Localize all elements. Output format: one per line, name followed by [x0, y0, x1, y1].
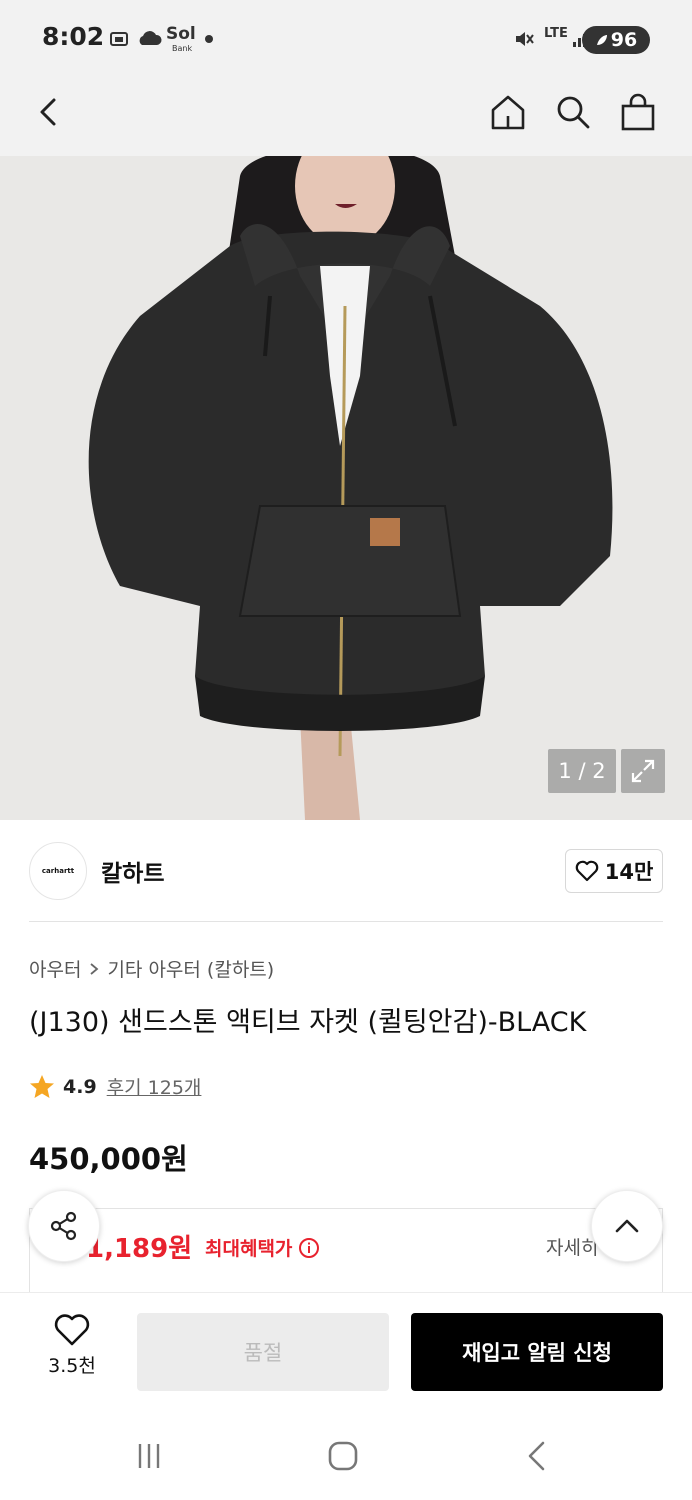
mute-icon [513, 28, 535, 55]
breadcrumb-subcategory[interactable]: 기타 아우터 (칼하트) [107, 955, 274, 982]
charging-icon [596, 35, 607, 45]
brand-like-button[interactable]: 14만 [565, 849, 663, 893]
heart-icon [54, 1314, 90, 1346]
chevron-up-icon [615, 1219, 639, 1233]
share-icon [50, 1211, 77, 1241]
max-benefit-text: 최대혜택가 [205, 1238, 293, 1260]
scroll-top-button[interactable] [591, 1190, 663, 1262]
product-image[interactable]: 1 / 2 [0, 156, 692, 820]
info-icon[interactable] [298, 1237, 320, 1259]
brand-logo[interactable]: carhartt [29, 842, 87, 900]
soldout-button[interactable]: 품절 [137, 1313, 389, 1391]
home-nav-button[interactable] [318, 1436, 368, 1476]
recent-apps-button[interactable] [124, 1436, 174, 1476]
back-nav-button[interactable] [512, 1436, 562, 1476]
clock: 8:02 [42, 22, 105, 51]
search-icon [557, 96, 590, 129]
divider [29, 921, 663, 922]
wishlist-button[interactable]: 3.5천 [36, 1313, 108, 1378]
battery-indicator: 96 [582, 26, 650, 54]
network-type: LTE [544, 26, 568, 41]
screenshot-icon [108, 28, 130, 55]
breadcrumb: 아우터 기타 아우터 (칼하트) [29, 955, 274, 982]
bank-app-icon: Sol [166, 24, 196, 44]
home-nav-icon [328, 1441, 358, 1471]
chevron-right-icon [90, 962, 99, 975]
wishlist-count: 3.5천 [48, 1355, 96, 1377]
benefit-detail-link[interactable]: 자세히 [546, 1233, 598, 1260]
home-icon [491, 95, 525, 130]
brand-like-count: 14만 [604, 860, 654, 884]
cart-icon [621, 93, 655, 131]
back-button[interactable] [24, 86, 76, 138]
restock-alert-button[interactable]: 재입고 알림 신청 [411, 1313, 663, 1391]
reviews-link[interactable]: 후기 125개 [107, 1073, 202, 1100]
system-nav-bar [0, 1412, 692, 1500]
product-title: (J130) 샌드스톤 액티브 자켓 (퀼팅안감)-BLACK [29, 1007, 587, 1038]
expand-button[interactable] [621, 749, 665, 793]
product-price: 450,000원 [29, 1142, 188, 1176]
purchase-bar: 3.5천 품절 재입고 알림 신청 [0, 1292, 692, 1412]
bank-app-sub: Bank [172, 44, 193, 53]
star-icon [30, 1074, 54, 1098]
expand-icon [631, 759, 655, 783]
max-benefit-price: 1,189원 [86, 1234, 193, 1264]
search-button[interactable] [547, 86, 599, 138]
max-benefit-label: 최대혜택가 [205, 1234, 320, 1261]
battery-level: 96 [610, 29, 638, 51]
back-icon [40, 98, 56, 126]
breadcrumb-category[interactable]: 아우터 [29, 955, 81, 982]
notification-dot [205, 35, 213, 43]
app-header [0, 80, 692, 156]
rating-score: 4.9 [63, 1075, 97, 1098]
image-pager: 1 / 2 [548, 749, 616, 793]
product-photo [0, 156, 692, 820]
heart-icon [575, 860, 599, 882]
brand-name[interactable]: 칼하트 [101, 854, 164, 888]
status-bar: 8:02 Sol Bank LTE 96 [0, 0, 692, 80]
cart-button[interactable] [612, 86, 664, 138]
share-button[interactable] [28, 1190, 100, 1262]
cloud-icon [136, 30, 162, 51]
rating: 4.9 후기 125개 [29, 1073, 201, 1100]
home-button[interactable] [482, 86, 534, 138]
recent-apps-icon [138, 1444, 160, 1468]
back-nav-icon [528, 1441, 545, 1471]
